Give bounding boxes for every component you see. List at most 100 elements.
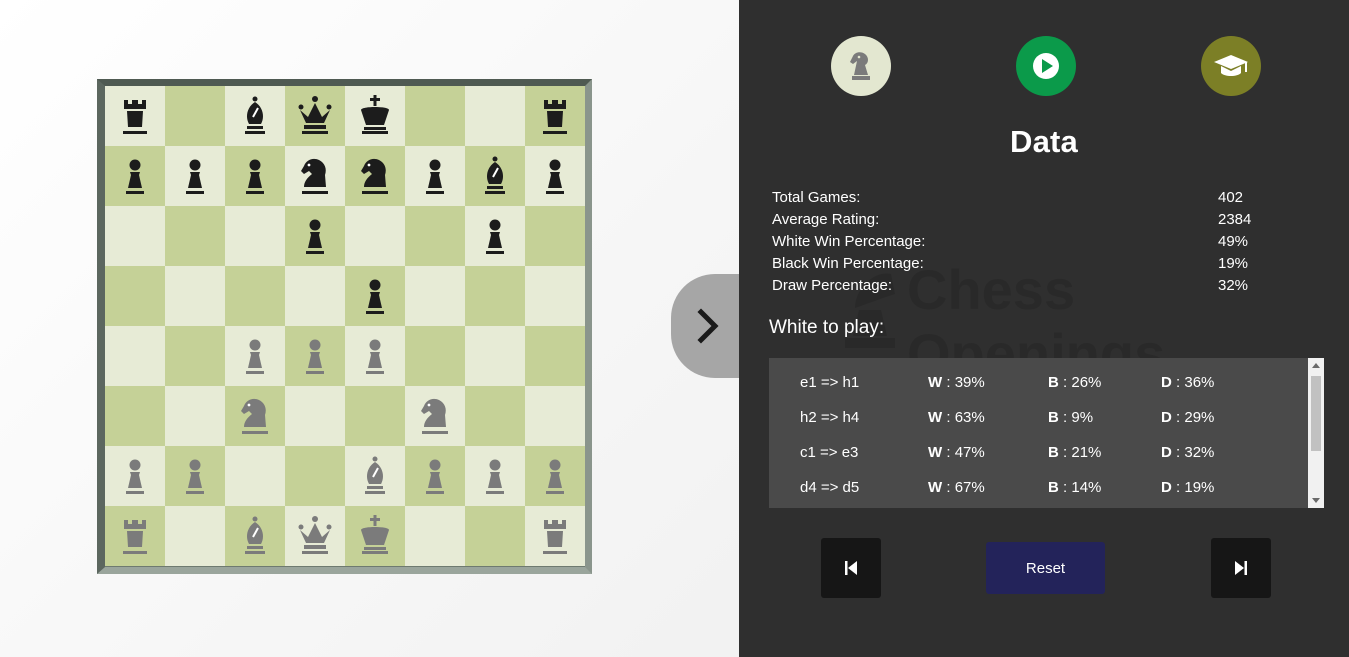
square-c6[interactable] (225, 206, 285, 266)
square-e2[interactable] (345, 446, 405, 506)
square-f5[interactable] (405, 266, 465, 326)
square-d8[interactable] (285, 86, 345, 146)
square-c7[interactable] (225, 146, 285, 206)
black-pawn-icon[interactable] (112, 153, 158, 199)
moves-list[interactable]: e1 => h1 W : 39% B : 26% D : 36% h2 => h4 W :… (769, 358, 1324, 508)
black-pawn-icon[interactable] (172, 153, 218, 199)
square-g7[interactable] (465, 146, 525, 206)
square-b4[interactable] (165, 326, 225, 386)
square-g3[interactable] (465, 386, 525, 446)
move-row[interactable]: d4 => d5 W : 67% B : 14% D : 19% (769, 470, 1307, 505)
scroll-up-arrow-icon[interactable] (1312, 363, 1320, 368)
square-g8[interactable] (465, 86, 525, 146)
scroll-down-arrow-icon[interactable] (1312, 498, 1320, 503)
square-a6[interactable] (105, 206, 165, 266)
white-pawn-icon[interactable] (532, 453, 578, 499)
black-pawn-icon[interactable] (532, 153, 578, 199)
square-f6[interactable] (405, 206, 465, 266)
black-rook-icon[interactable] (532, 93, 578, 139)
white-king-icon[interactable] (352, 513, 398, 559)
square-c3[interactable] (225, 386, 285, 446)
square-d3[interactable] (285, 386, 345, 446)
white-pawn-icon[interactable] (292, 333, 338, 379)
moves-scrollbar[interactable] (1308, 358, 1324, 508)
square-e5[interactable] (345, 266, 405, 326)
square-d6[interactable] (285, 206, 345, 266)
white-bishop-icon[interactable] (232, 513, 278, 559)
black-queen-icon[interactable] (292, 93, 338, 139)
square-f4[interactable] (405, 326, 465, 386)
square-f1[interactable] (405, 506, 465, 566)
square-h1[interactable] (525, 506, 585, 566)
move-row[interactable]: h2 => h4 W : 63% B : 9% D : 29% (769, 400, 1307, 435)
next-move-button[interactable] (1211, 538, 1271, 598)
white-bishop-icon[interactable] (352, 453, 398, 499)
reset-button[interactable]: Reset (986, 542, 1105, 594)
square-d4[interactable] (285, 326, 345, 386)
square-c4[interactable] (225, 326, 285, 386)
square-g2[interactable] (465, 446, 525, 506)
square-b8[interactable] (165, 86, 225, 146)
square-a5[interactable] (105, 266, 165, 326)
black-pawn-icon[interactable] (472, 213, 518, 259)
mode-knight-button[interactable] (831, 36, 891, 96)
black-bishop-icon[interactable] (472, 153, 518, 199)
square-e4[interactable] (345, 326, 405, 386)
previous-move-button[interactable] (821, 538, 881, 598)
square-b1[interactable] (165, 506, 225, 566)
square-b2[interactable] (165, 446, 225, 506)
square-b6[interactable] (165, 206, 225, 266)
white-rook-icon[interactable] (112, 513, 158, 559)
scrollbar-thumb[interactable] (1311, 376, 1321, 451)
white-queen-icon[interactable] (292, 513, 338, 559)
square-f2[interactable] (405, 446, 465, 506)
mode-play-button[interactable] (1016, 36, 1076, 96)
square-d5[interactable] (285, 266, 345, 326)
square-g4[interactable] (465, 326, 525, 386)
square-a7[interactable] (105, 146, 165, 206)
square-h5[interactable] (525, 266, 585, 326)
white-pawn-icon[interactable] (412, 453, 458, 499)
black-pawn-icon[interactable] (412, 153, 458, 199)
move-row[interactable]: e1 => h1 W : 39% B : 26% D : 36% (769, 365, 1307, 400)
white-pawn-icon[interactable] (172, 453, 218, 499)
square-c5[interactable] (225, 266, 285, 326)
black-pawn-icon[interactable] (232, 153, 278, 199)
white-knight-icon[interactable] (412, 393, 458, 439)
square-c8[interactable] (225, 86, 285, 146)
square-e3[interactable] (345, 386, 405, 446)
mode-study-button[interactable] (1201, 36, 1261, 96)
black-rook-icon[interactable] (112, 93, 158, 139)
square-d2[interactable] (285, 446, 345, 506)
square-h2[interactable] (525, 446, 585, 506)
square-d1[interactable] (285, 506, 345, 566)
square-h7[interactable] (525, 146, 585, 206)
black-knight-icon[interactable] (292, 153, 338, 199)
black-pawn-icon[interactable] (352, 273, 398, 319)
square-f8[interactable] (405, 86, 465, 146)
square-h8[interactable] (525, 86, 585, 146)
white-pawn-icon[interactable] (472, 453, 518, 499)
square-a4[interactable] (105, 326, 165, 386)
white-pawn-icon[interactable] (112, 453, 158, 499)
square-e1[interactable] (345, 506, 405, 566)
square-g5[interactable] (465, 266, 525, 326)
square-a1[interactable] (105, 506, 165, 566)
black-pawn-icon[interactable] (292, 213, 338, 259)
square-h3[interactable] (525, 386, 585, 446)
square-b7[interactable] (165, 146, 225, 206)
square-a2[interactable] (105, 446, 165, 506)
white-pawn-icon[interactable] (352, 333, 398, 379)
square-h4[interactable] (525, 326, 585, 386)
square-a8[interactable] (105, 86, 165, 146)
square-b5[interactable] (165, 266, 225, 326)
square-c2[interactable] (225, 446, 285, 506)
square-g6[interactable] (465, 206, 525, 266)
square-f7[interactable] (405, 146, 465, 206)
square-a3[interactable] (105, 386, 165, 446)
white-knight-icon[interactable] (232, 393, 278, 439)
white-pawn-icon[interactable] (232, 333, 278, 379)
square-c1[interactable] (225, 506, 285, 566)
square-e6[interactable] (345, 206, 405, 266)
square-d7[interactable] (285, 146, 345, 206)
